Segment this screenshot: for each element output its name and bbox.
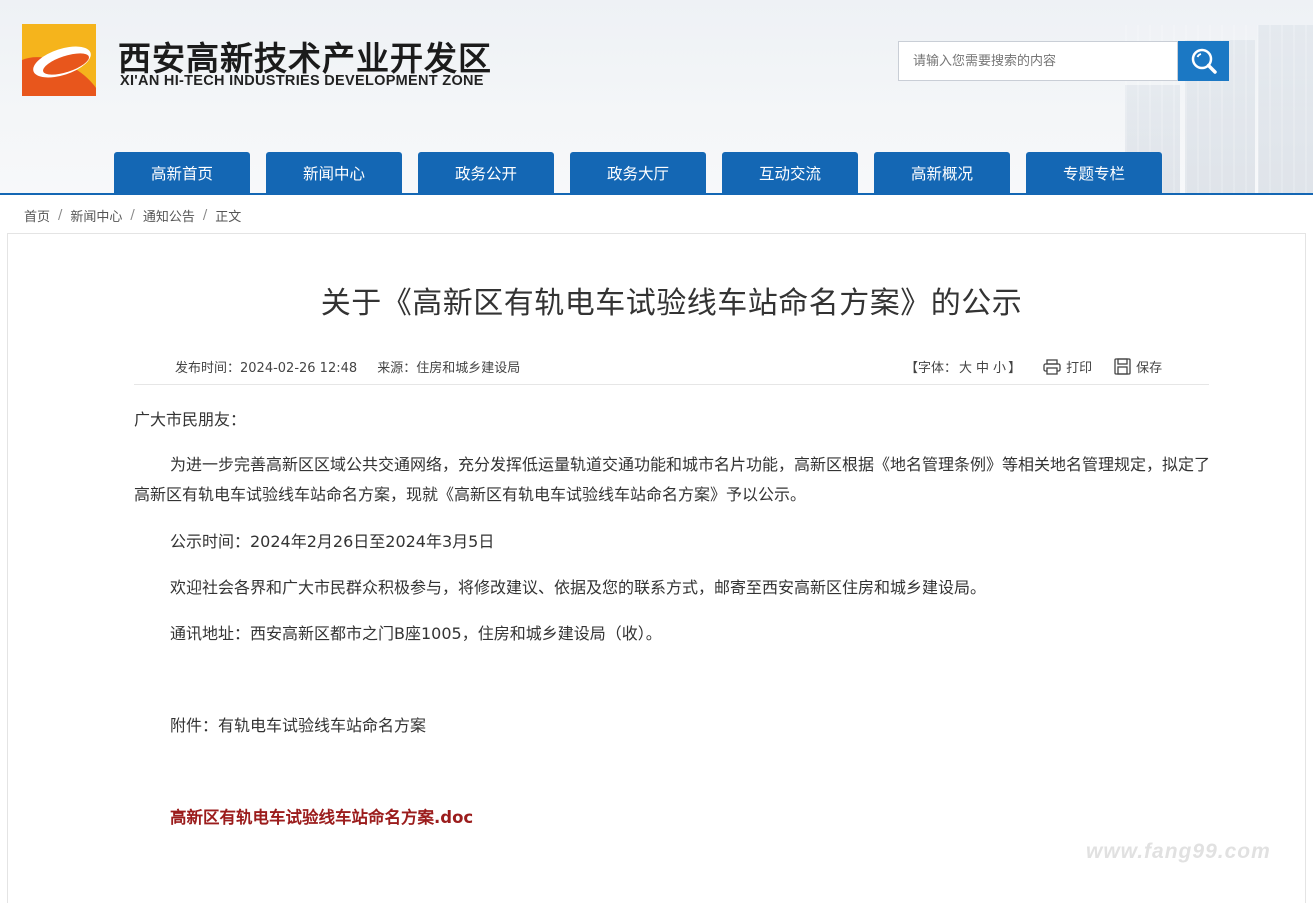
attachment-download-link[interactable]: 高新区有轨电车试验线车站命名方案.doc [170, 803, 473, 833]
breadcrumb-home[interactable]: 首页 [24, 206, 50, 225]
main-nav: 高新首页 新闻中心 政务公开 政务大厅 互动交流 高新概况 专题专栏 [114, 152, 1162, 193]
article-meta: 发布时间：2024-02-26 12:48 来源：住房和城乡建设局 [175, 357, 520, 376]
breadcrumb-separator: / [58, 208, 63, 223]
site-header: 西安高新技术产业开发区 XI'AN HI-TECH INDUSTRIES DEV… [0, 0, 1313, 193]
search-input[interactable] [898, 41, 1178, 81]
breadcrumb-news[interactable]: 新闻中心 [70, 206, 122, 225]
breadcrumb-separator: / [130, 208, 135, 223]
attachment-label: 附件：有轨电车试验线车站命名方案 [170, 716, 427, 735]
nav-item-special-topics[interactable]: 专题专栏 [1026, 152, 1162, 193]
nav-item-overview[interactable]: 高新概况 [874, 152, 1010, 193]
save-button[interactable]: 保存 [1114, 357, 1162, 376]
printer-icon [1043, 358, 1061, 375]
watermark: www.fang99.com [1086, 840, 1271, 863]
font-size-close: 】 [1008, 361, 1022, 376]
breadcrumb-notices[interactable]: 通知公告 [143, 206, 195, 225]
header-divider [0, 193, 1313, 195]
site-logo[interactable] [22, 24, 96, 96]
print-label: 打印 [1066, 361, 1093, 376]
article-tools: 【字体： 大 中 小 】 打印 保存 [905, 357, 1162, 376]
notice-period: 公示时间：2024年2月26日至2024年3月5日 [170, 532, 495, 551]
breadcrumb-separator: / [202, 208, 208, 223]
print-button[interactable]: 打印 [1043, 357, 1092, 376]
nav-item-gov-affairs[interactable]: 政务公开 [418, 152, 554, 193]
font-size-large[interactable]: 大 [959, 357, 972, 376]
article-paragraph: 为进一步完善高新区区域公共交通网络，充分发挥低运量轨道交通功能和城市名片功能，高… [134, 455, 1211, 504]
meta-divider [134, 384, 1209, 385]
article-source: 来源：住房和城乡建设局 [377, 361, 521, 376]
article-greeting: 广大市民朋友： [134, 410, 247, 429]
search-button[interactable] [1178, 41, 1229, 81]
article-paragraph: 欢迎社会各界和广大市民群众积极参与，将修改建议、依据及您的联系方式，邮寄至西安高… [170, 578, 987, 597]
publish-time: 发布时间：2024-02-26 12:48 [175, 361, 358, 376]
search-icon [1191, 48, 1217, 74]
site-name-en: XI'AN HI-TECH INDUSTRIES DEVELOPMENT ZON… [120, 73, 484, 89]
article-title: 关于《高新区有轨电车试验线车站命名方案》的公示 [320, 286, 1023, 321]
save-icon [1114, 358, 1131, 375]
mailing-address: 通讯地址：西安高新区都市之门B座1005，住房和城乡建设局（收）。 [170, 624, 662, 643]
breadcrumb-current: 正文 [215, 210, 242, 225]
nav-item-news[interactable]: 新闻中心 [266, 152, 402, 193]
nav-item-service-hall[interactable]: 政务大厅 [570, 152, 706, 193]
font-size-label: 【字体： [905, 361, 958, 376]
font-size-small[interactable]: 小 [993, 357, 1006, 376]
save-label: 保存 [1136, 361, 1163, 376]
nav-item-interaction[interactable]: 互动交流 [722, 152, 858, 193]
nav-item-home[interactable]: 高新首页 [114, 152, 250, 193]
breadcrumb: 首页 / 新闻中心 / 通知公告 / 正文 [24, 206, 241, 225]
font-size-medium[interactable]: 中 [976, 357, 989, 376]
